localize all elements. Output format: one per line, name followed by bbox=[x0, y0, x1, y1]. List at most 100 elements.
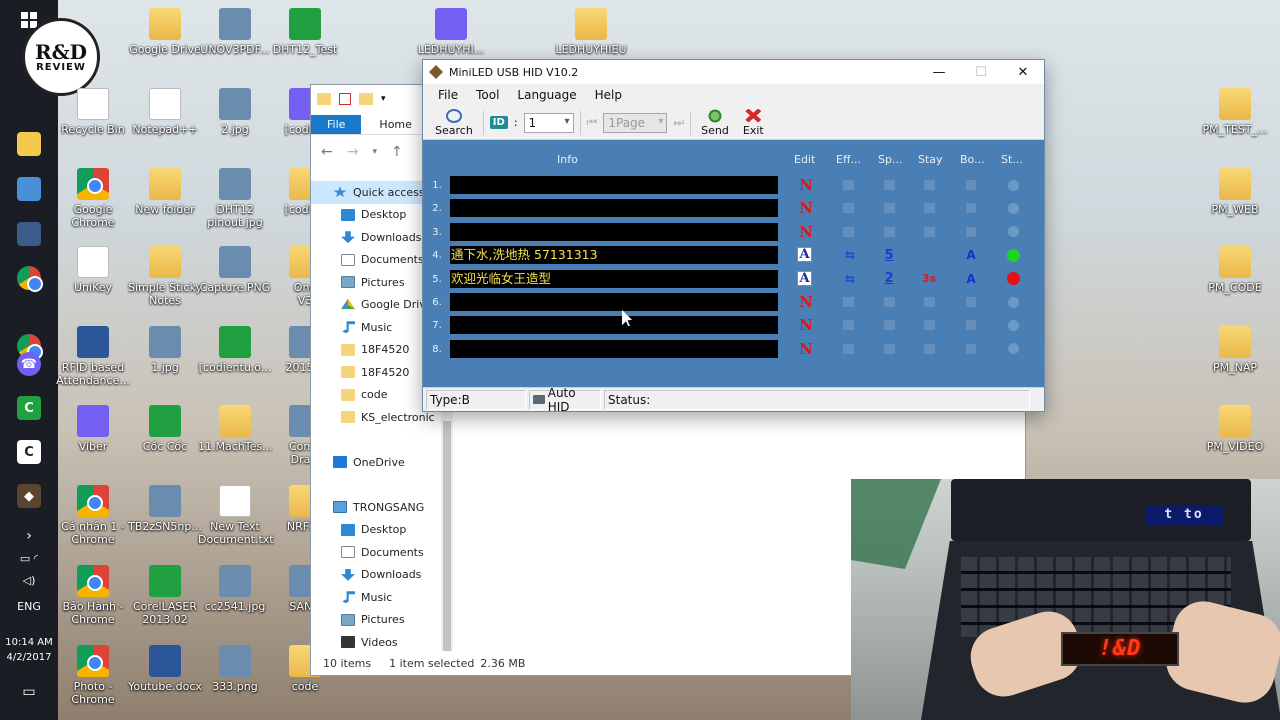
row-info-text[interactable]: 欢迎光临女王造型 bbox=[450, 269, 778, 288]
row-info-text[interactable] bbox=[450, 176, 778, 194]
chevron-down-icon[interactable]: ▾ bbox=[381, 94, 386, 104]
desktop-icon[interactable]: Google Drive bbox=[128, 8, 202, 56]
nav-item[interactable]: TRONGSANG bbox=[311, 496, 439, 519]
show-hidden-icons-icon[interactable]: › bbox=[0, 528, 58, 544]
border-value[interactable]: A bbox=[962, 247, 980, 263]
desktop-icon[interactable]: DHT12_Test bbox=[268, 8, 342, 56]
edit-button[interactable]: N bbox=[797, 199, 815, 217]
close-button[interactable]: ✕ bbox=[1002, 60, 1044, 84]
nav-item[interactable]: Desktop bbox=[311, 204, 439, 227]
search-button[interactable]: Search bbox=[431, 108, 477, 137]
nav-item[interactable]: Music bbox=[311, 586, 439, 609]
effect-left-icon[interactable]: ⇆ bbox=[839, 247, 861, 263]
desktop-icon[interactable]: Google Chrome bbox=[56, 168, 130, 229]
tab-file[interactable]: File bbox=[311, 115, 362, 134]
desktop-icon[interactable]: TB2zSN5np... bbox=[128, 485, 202, 533]
menu-help[interactable]: Help bbox=[586, 86, 631, 104]
desktop-icon[interactable]: cc2541.jpg bbox=[198, 565, 272, 613]
volume-icon[interactable]: ◁) bbox=[0, 574, 58, 587]
tab-home[interactable]: Home bbox=[361, 115, 429, 134]
edit-button[interactable]: A bbox=[797, 247, 812, 263]
menu-language[interactable]: Language bbox=[508, 86, 585, 104]
edit-button[interactable]: N bbox=[797, 293, 815, 311]
edit-button[interactable]: A bbox=[797, 270, 812, 286]
desktop-icon[interactable]: UNOV3PDF... bbox=[198, 8, 272, 56]
desktop-icon[interactable]: Recycle Bin bbox=[56, 88, 130, 136]
desktop-icon[interactable]: 2.jpg bbox=[198, 88, 272, 136]
effect-left-icon[interactable]: ⇆ bbox=[839, 271, 861, 287]
nav-item[interactable]: Downloads bbox=[311, 564, 439, 587]
desktop-icon[interactable]: Youtube.docx bbox=[128, 645, 202, 693]
desktop-icon[interactable]: Simple Sticky Notes bbox=[128, 246, 202, 307]
edit-button[interactable]: N bbox=[797, 223, 815, 241]
stay-value[interactable] bbox=[920, 247, 938, 263]
desktop-icon[interactable]: Photo - Chrome bbox=[56, 645, 130, 706]
network-taskbar-icon[interactable] bbox=[17, 222, 41, 246]
new-folder-icon[interactable] bbox=[359, 93, 373, 105]
edit-button[interactable]: N bbox=[797, 176, 815, 194]
file-explorer-taskbar-icon[interactable] bbox=[17, 132, 41, 156]
speed-value[interactable]: 5 bbox=[880, 247, 898, 263]
desktop-icon[interactable]: LEDHUYHI... bbox=[414, 8, 488, 56]
nav-item[interactable]: Downloads bbox=[311, 226, 439, 249]
coccoc-taskbar-icon[interactable]: C bbox=[17, 396, 41, 420]
desktop-icon[interactable]: PM_WEB bbox=[1198, 168, 1272, 216]
row-info-text[interactable] bbox=[450, 222, 778, 241]
nav-item[interactable]: Music bbox=[311, 316, 439, 339]
first-page-icon[interactable]: ⏮ bbox=[587, 115, 598, 130]
notification-icon[interactable]: ▭ bbox=[0, 684, 58, 700]
viber-taskbar-icon[interactable]: ☎ bbox=[17, 352, 41, 376]
desktop-icon[interactable]: 1.jpg bbox=[128, 326, 202, 374]
desktop-icon[interactable]: DHT12 pinout.jpg bbox=[198, 168, 272, 229]
miniled-window[interactable]: MiniLED USB HID V10.2 — ☐ ✕ File Tool La… bbox=[422, 59, 1045, 414]
desktop-icon[interactable]: LEDHUYHIEU bbox=[554, 8, 628, 56]
desktop-icon[interactable]: Capture.PNG bbox=[198, 246, 272, 294]
edit-button[interactable]: N bbox=[797, 340, 815, 358]
border-value[interactable]: A bbox=[962, 271, 980, 287]
back-arrow-icon[interactable]: ← bbox=[321, 144, 333, 160]
nav-item[interactable]: Pictures bbox=[311, 271, 439, 294]
row-info-text[interactable] bbox=[450, 339, 778, 358]
nav-item[interactable]: Documents bbox=[311, 541, 439, 564]
edit-button[interactable]: N bbox=[797, 316, 815, 334]
desktop-icon[interactable]: CorelLASER 2013.02 bbox=[128, 565, 202, 626]
up-arrow-icon[interactable]: ↑ bbox=[391, 144, 403, 160]
status-indicator[interactable] bbox=[1004, 271, 1022, 287]
exit-button[interactable]: Exit bbox=[739, 108, 768, 137]
nav-item[interactable]: Documents bbox=[311, 249, 439, 272]
desktop-icon[interactable]: Notepad++ bbox=[128, 88, 202, 136]
desktop-icon[interactable]: 11.MachTes... bbox=[198, 405, 273, 453]
app-taskbar-icon[interactable] bbox=[17, 177, 41, 201]
maximize-button[interactable]: ☐ bbox=[960, 60, 1002, 84]
nav-item[interactable]: KS_electronic bbox=[311, 406, 439, 429]
nav-item[interactable]: Desktop bbox=[311, 519, 439, 542]
desktop-icon[interactable]: [codientu.o... bbox=[198, 326, 272, 374]
row-info-text[interactable] bbox=[450, 199, 778, 218]
desktop-icon[interactable]: PM_TEST_... bbox=[1198, 88, 1272, 136]
desktop-icon[interactable]: UniKey bbox=[56, 246, 130, 294]
clock-time[interactable]: 10:14 AM bbox=[0, 637, 58, 648]
row-info-text[interactable] bbox=[450, 293, 778, 311]
miniled-taskbar-icon[interactable]: ◆ bbox=[17, 484, 41, 508]
desktop-icon[interactable]: Cốc Cốc bbox=[128, 405, 202, 453]
forward-arrow-icon[interactable]: → bbox=[347, 144, 359, 160]
stay-value[interactable]: 3s bbox=[920, 271, 938, 287]
speed-value[interactable]: 2 bbox=[880, 271, 898, 287]
desktop-icon[interactable]: New folder bbox=[128, 168, 202, 216]
chrome-taskbar-icon[interactable] bbox=[17, 266, 43, 292]
clock-date[interactable]: 4/2/2017 bbox=[0, 652, 58, 663]
menu-file[interactable]: File bbox=[429, 86, 467, 104]
battery-icon[interactable]: ▭ ◜ bbox=[0, 552, 58, 565]
desktop-icon[interactable]: PM_VIDEO bbox=[1198, 405, 1272, 453]
minimize-button[interactable]: — bbox=[918, 60, 960, 84]
desktop-icon[interactable]: Bảo Hành - Chrome bbox=[56, 565, 130, 626]
send-button[interactable]: Send bbox=[697, 108, 733, 137]
menu-tool[interactable]: Tool bbox=[467, 86, 508, 104]
nav-item[interactable]: Pictures bbox=[311, 609, 439, 632]
desktop-icon[interactable]: 333.png bbox=[198, 645, 272, 693]
desktop-icon[interactable]: New Text Document.txt bbox=[198, 485, 274, 546]
status-indicator[interactable] bbox=[1004, 247, 1022, 263]
nav-item[interactable]: Google Drive bbox=[311, 294, 439, 317]
id-select[interactable]: 1 ▾ bbox=[523, 112, 574, 133]
desktop-icon[interactable]: PM_CODE bbox=[1198, 246, 1272, 294]
